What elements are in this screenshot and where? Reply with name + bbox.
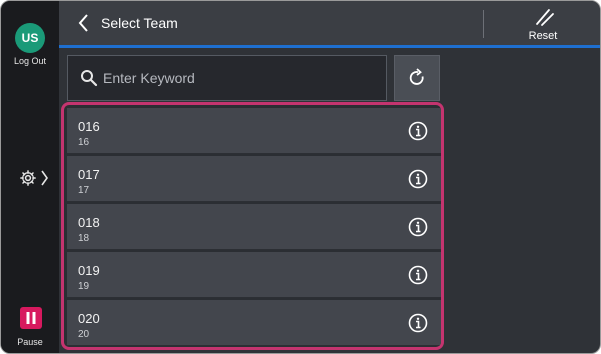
gear-icon (20, 170, 36, 186)
info-icon[interactable] (408, 121, 428, 141)
user-initials: US (21, 31, 39, 45)
team-row-020[interactable]: 020 20 (67, 300, 441, 346)
team-id: 20 (78, 329, 90, 340)
info-icon[interactable] (408, 265, 428, 285)
left-rail: US Log Out Pause (1, 1, 59, 353)
team-row-018[interactable]: 018 18 (67, 204, 441, 250)
team-name: 019 (78, 263, 100, 278)
chevron-left-icon (78, 14, 88, 32)
header-bar: Select Team Reset (59, 1, 600, 45)
reset-icon (536, 9, 554, 26)
settings-button[interactable] (19, 165, 57, 191)
page-title: Select Team (101, 15, 178, 31)
chevron-right-icon (41, 170, 48, 186)
logout-label[interactable]: Log Out (1, 56, 59, 66)
pause-button[interactable] (20, 307, 42, 329)
refresh-icon (409, 68, 424, 85)
search-icon (81, 70, 98, 87)
header-accent-line (59, 45, 600, 48)
search-input[interactable]: Enter Keyword (67, 55, 387, 101)
team-row-019[interactable]: 019 19 (67, 252, 441, 298)
team-list: 016 16 017 17 018 18 019 19 020 20 (61, 102, 444, 350)
refresh-button[interactable] (394, 55, 440, 101)
team-name: 016 (78, 119, 100, 134)
team-name: 017 (78, 167, 100, 182)
team-row-017[interactable]: 017 17 (67, 156, 441, 202)
search-placeholder: Enter Keyword (103, 70, 195, 86)
logout-avatar-button[interactable]: US (15, 23, 45, 53)
reset-button[interactable]: Reset (519, 6, 567, 42)
team-id: 16 (78, 137, 90, 148)
info-icon[interactable] (408, 217, 428, 237)
reset-label: Reset (528, 30, 558, 42)
team-id: 17 (78, 185, 90, 196)
info-icon[interactable] (408, 169, 428, 189)
device-screen: US Log Out Pause Select Team Reset Enter… (0, 0, 601, 354)
team-id: 19 (78, 281, 90, 292)
pause-label: Pause (17, 337, 43, 347)
team-id: 18 (78, 233, 90, 244)
pause-icon (26, 312, 36, 324)
info-icon[interactable] (408, 313, 428, 333)
team-row-016[interactable]: 016 16 (67, 108, 441, 154)
header-divider (483, 10, 484, 38)
team-name: 018 (78, 215, 100, 230)
team-name: 020 (78, 311, 100, 326)
back-button[interactable] (73, 11, 93, 35)
